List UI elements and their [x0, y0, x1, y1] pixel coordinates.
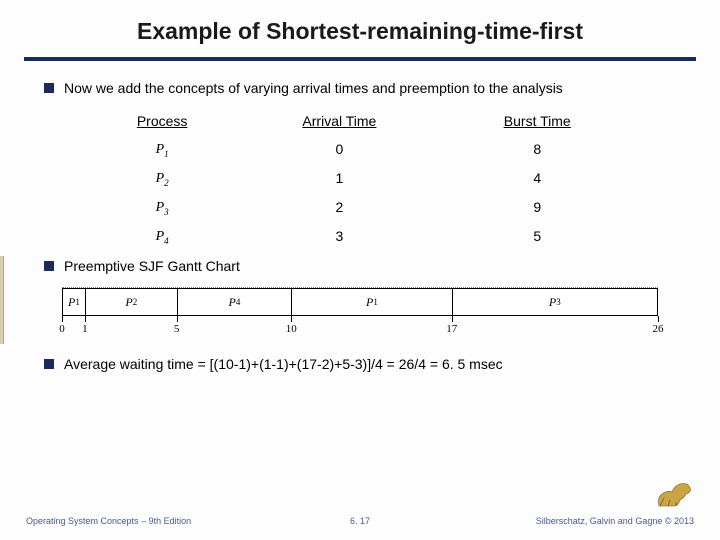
- bullet-intro: Now we add the concepts of varying arriv…: [44, 79, 676, 98]
- col-arrival: Arrival Time: [236, 108, 443, 135]
- col-process: Process: [88, 108, 236, 135]
- bullet-gantt-text: Preemptive SJF Gantt Chart: [64, 257, 676, 276]
- bullet-gantt: Preemptive SJF Gantt Chart: [44, 257, 676, 276]
- gantt-segment: P1: [291, 288, 451, 316]
- gantt-tick-label: 0: [59, 322, 65, 337]
- page-title: Example of Shortest-remaining-time-first: [40, 18, 680, 45]
- gantt-segment: P1: [62, 288, 85, 316]
- footer: Operating System Concepts – 9th Edition …: [0, 516, 720, 526]
- gantt-tick-label: 26: [653, 322, 664, 337]
- table-row: P3 2 9: [88, 193, 632, 222]
- col-burst: Burst Time: [443, 108, 632, 135]
- footer-page: 6. 17: [350, 516, 370, 526]
- process-table: Process Arrival Time Burst Time P1 0 8 P…: [88, 108, 632, 251]
- gantt-tick-label: 17: [446, 322, 457, 337]
- gantt-chart: P1P2P4P1P3015101726: [62, 287, 658, 341]
- gantt-tick-label: 10: [286, 322, 297, 337]
- gantt-segment: P2: [85, 288, 177, 316]
- square-bullet-icon: [44, 261, 54, 271]
- gantt-segment: P3: [452, 288, 658, 316]
- footer-left: Operating System Concepts – 9th Edition: [26, 516, 191, 526]
- bullet-intro-text: Now we add the concepts of varying arriv…: [64, 79, 676, 98]
- sidebar-stub: [0, 256, 4, 344]
- dinosaur-icon: [654, 478, 694, 508]
- gantt-segment: P4: [177, 288, 292, 316]
- footer-right: Silberschatz, Galvin and Gagne © 2013: [536, 516, 694, 526]
- bullet-avg: Average waiting time = [(10-1)+(1-1)+(17…: [44, 355, 676, 374]
- gantt-tick-label: 1: [82, 322, 88, 337]
- square-bullet-icon: [44, 359, 54, 369]
- table-row: P4 3 5: [88, 222, 632, 251]
- square-bullet-icon: [44, 83, 54, 93]
- gantt-tick-label: 5: [174, 322, 180, 337]
- bullet-avg-text: Average waiting time = [(10-1)+(1-1)+(17…: [64, 355, 676, 374]
- table-row: P2 1 4: [88, 164, 632, 193]
- table-row: P1 0 8: [88, 135, 632, 164]
